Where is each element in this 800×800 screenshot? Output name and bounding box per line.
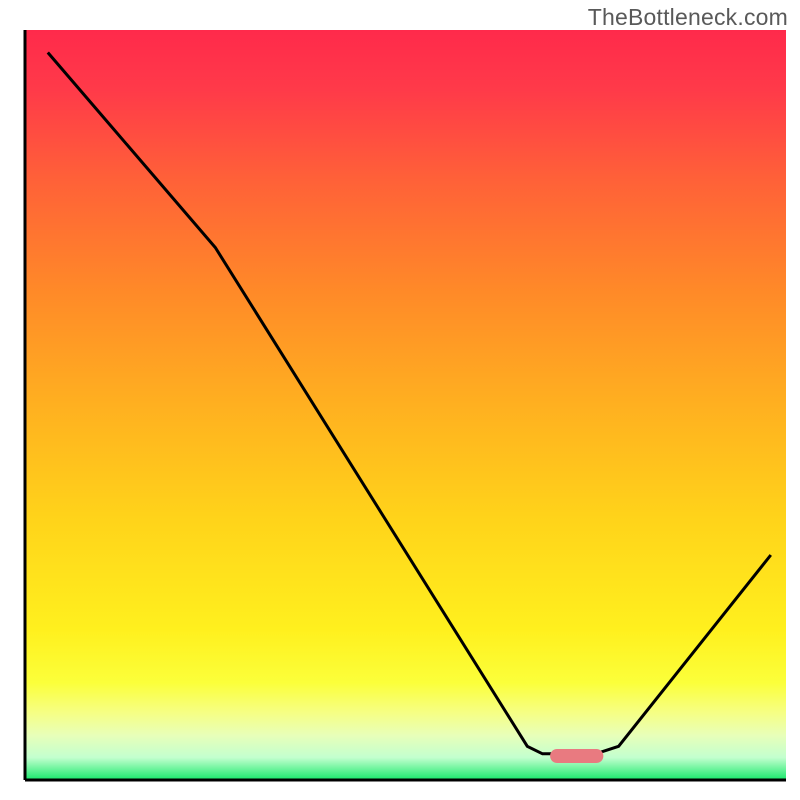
bottleneck-curve-chart xyxy=(0,0,800,800)
chart-container: TheBottleneck.com xyxy=(0,0,800,800)
optimal-range-marker xyxy=(550,749,603,763)
watermark-text: TheBottleneck.com xyxy=(588,4,788,31)
heat-gradient-background xyxy=(25,30,786,780)
